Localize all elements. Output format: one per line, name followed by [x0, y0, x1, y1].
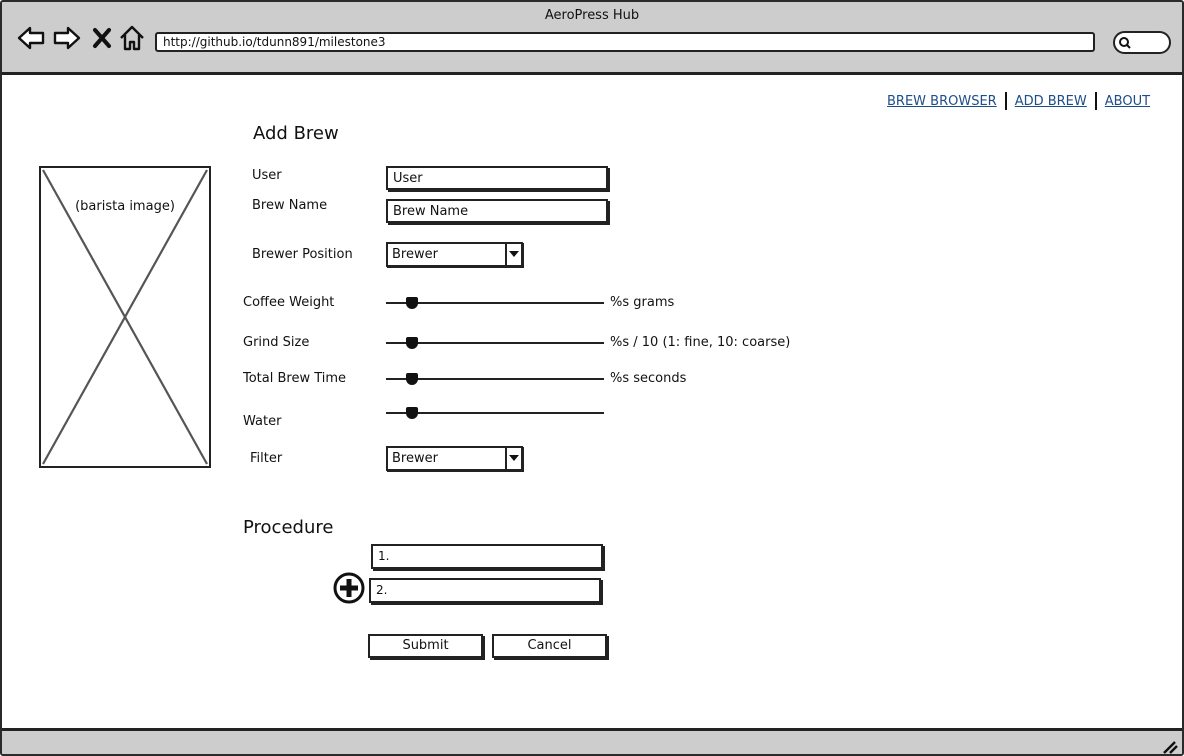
- slider-track: [386, 412, 604, 414]
- grind-size-slider[interactable]: [386, 335, 604, 351]
- chevron-down-icon[interactable]: [505, 448, 521, 469]
- resize-grip-icon[interactable]: [1162, 740, 1178, 754]
- slider-track: [386, 302, 604, 304]
- browser-statusbar: [2, 728, 1182, 754]
- procedure-step-input[interactable]: 2.: [369, 578, 601, 603]
- slider-thumb[interactable]: [406, 373, 418, 385]
- image-placeholder-label: (barista image): [75, 199, 175, 214]
- coffee-weight-slider[interactable]: [386, 295, 604, 311]
- user-input[interactable]: User: [386, 166, 608, 190]
- slider-track: [386, 378, 604, 380]
- forward-arrow-icon[interactable]: [52, 24, 82, 52]
- plus-circle-icon[interactable]: [333, 572, 365, 604]
- user-label: User: [252, 168, 282, 183]
- window-title: AeroPress Hub: [544, 8, 640, 23]
- grind-size-label: Grind Size: [243, 335, 310, 350]
- procedure-step-input[interactable]: 1.: [371, 544, 603, 569]
- slider-thumb[interactable]: [406, 297, 418, 309]
- nav-divider: [1094, 92, 1097, 110]
- brewer-position-select[interactable]: Brewer: [386, 242, 523, 267]
- back-arrow-icon[interactable]: [16, 24, 46, 52]
- home-icon[interactable]: [118, 24, 146, 52]
- slider-thumb[interactable]: [406, 407, 418, 419]
- total-brew-time-slider[interactable]: [386, 371, 604, 387]
- brewer-position-value: Brewer: [392, 247, 438, 262]
- chevron-down-icon[interactable]: [505, 244, 521, 265]
- grind-size-unit: %s / 10 (1: fine, 10: coarse): [610, 335, 791, 350]
- water-label: Water: [243, 414, 282, 429]
- slider-track: [386, 342, 604, 344]
- total-brew-time-label: Total Brew Time: [243, 371, 347, 386]
- slider-thumb[interactable]: [406, 337, 418, 349]
- coffee-weight-unit: %s grams: [610, 295, 675, 310]
- barista-image-placeholder: (barista image): [39, 166, 211, 468]
- brew-name-input[interactable]: Brew Name: [386, 199, 608, 223]
- filter-select[interactable]: Brewer: [386, 446, 523, 471]
- total-brew-time-unit: %s seconds: [610, 371, 687, 386]
- cancel-button[interactable]: Cancel: [492, 634, 607, 658]
- search-icon: [1119, 37, 1131, 49]
- nav-brew-browser-link[interactable]: BREW BROWSER: [887, 94, 997, 109]
- browser-search-box[interactable]: [1113, 31, 1171, 54]
- close-x-icon[interactable]: [90, 24, 114, 52]
- procedure-title: Procedure: [243, 517, 334, 538]
- nav-about-link[interactable]: ABOUT: [1105, 94, 1150, 109]
- nav-add-brew-link[interactable]: ADD BREW: [1015, 94, 1087, 109]
- browser-window: AeroPress Hub http://github.io/tdunn891/…: [0, 0, 1184, 756]
- top-nav: BREW BROWSER ADD BREW ABOUT: [887, 92, 1150, 110]
- coffee-weight-label: Coffee Weight: [243, 295, 335, 310]
- submit-button[interactable]: Submit: [368, 634, 483, 658]
- address-bar[interactable]: http://github.io/tdunn891/milestone3: [155, 32, 1095, 52]
- filter-value: Brewer: [392, 451, 438, 466]
- browser-titlebar: AeroPress Hub http://github.io/tdunn891/…: [2, 2, 1182, 75]
- brewer-position-label: Brewer Position: [252, 247, 353, 262]
- filter-label: Filter: [250, 451, 283, 466]
- water-slider[interactable]: [386, 405, 604, 421]
- nav-divider: [1004, 92, 1007, 110]
- brew-name-label: Brew Name: [252, 198, 328, 213]
- form-title: Add Brew: [253, 123, 339, 144]
